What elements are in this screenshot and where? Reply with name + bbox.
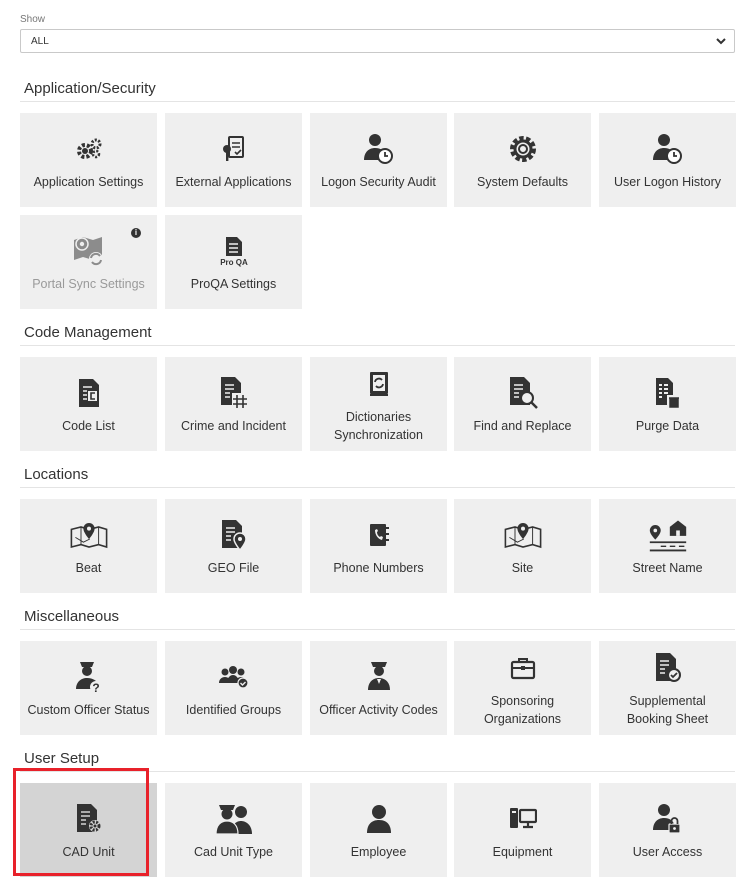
tile-supplemental-booking-sheet[interactable]: Supplemental Booking Sheet	[599, 641, 736, 735]
document-trash-icon	[648, 373, 688, 413]
tile-application-settings[interactable]: Application Settings	[20, 113, 157, 207]
tile-label: Street Name	[632, 561, 703, 575]
officer-icon	[359, 657, 399, 697]
tile-find-and-replace[interactable]: Find and Replace	[454, 357, 591, 451]
document-key-icon	[214, 129, 254, 169]
document-gear-icon	[69, 799, 109, 839]
section-divider	[20, 101, 735, 102]
user-clock-icon	[359, 129, 399, 169]
tile-identified-groups[interactable]: Identified Groups	[165, 641, 302, 735]
tile-user-logon-history[interactable]: User Logon History	[599, 113, 736, 207]
tile-label: User Logon History	[614, 175, 721, 189]
tile-label: Cad Unit Type	[194, 845, 273, 859]
section-title-user-setup: User Setup	[24, 750, 100, 767]
tile-equipment[interactable]: Equipment	[454, 783, 591, 877]
tile-label: Supplemental Booking Sheet	[626, 694, 709, 726]
chevron-down-icon	[716, 38, 726, 45]
tile-officer-activity-codes[interactable]: Officer Activity Codes	[310, 641, 447, 735]
info-icon[interactable]: i	[131, 228, 141, 238]
tile-site[interactable]: Site	[454, 499, 591, 593]
gears-icon	[69, 129, 109, 169]
tile-purge-data[interactable]: Purge Data	[599, 357, 736, 451]
tile-label: Identified Groups	[185, 703, 282, 717]
tile-label: Dictionaries Synchronization	[334, 410, 423, 442]
computer-icon	[503, 799, 543, 839]
users-check-icon	[214, 657, 254, 697]
show-filter-label: Show	[20, 14, 46, 25]
tile-custom-officer-status[interactable]: ? Custom Officer Status	[20, 641, 157, 735]
tile-label: Logon Security Audit	[321, 175, 436, 189]
tile-label: Officer Activity Codes	[319, 703, 438, 717]
briefcase-icon	[503, 648, 543, 688]
section-title-miscellaneous: Miscellaneous	[24, 608, 120, 625]
tile-label: Beat	[75, 561, 102, 575]
phone-book-icon	[359, 515, 399, 555]
tile-label: Crime and Incident	[181, 419, 286, 433]
section-title-locations: Locations	[24, 466, 89, 483]
tile-phone-numbers[interactable]: Phone Numbers	[310, 499, 447, 593]
tile-code-list[interactable]: Code List	[20, 357, 157, 451]
tile-label: Phone Numbers	[333, 561, 424, 575]
tile-label: Sponsoring Organizations	[483, 694, 562, 726]
tile-beat[interactable]: Beat	[20, 499, 157, 593]
map-sync-icon	[69, 231, 109, 271]
section-title-code-management: Code Management	[24, 324, 152, 341]
tile-cad-unit-type[interactable]: Cad Unit Type	[165, 783, 302, 877]
tile-label: ProQA Settings	[190, 277, 277, 291]
tile-label: CAD Unit	[62, 845, 115, 859]
tile-user-access[interactable]: User Access	[599, 783, 736, 877]
tile-label: Code List	[62, 419, 115, 433]
tile-label: Employee	[350, 845, 407, 859]
tile-label: Find and Replace	[473, 419, 572, 433]
document-search-icon	[503, 373, 543, 413]
user-clock-icon	[648, 129, 688, 169]
tile-sponsoring-organizations[interactable]: Sponsoring Organizations	[454, 641, 591, 735]
section-divider	[20, 487, 735, 488]
tile-external-applications[interactable]: External Applications	[165, 113, 302, 207]
tile-label: User Access	[632, 845, 703, 859]
section-divider	[20, 771, 735, 772]
tile-proqa-settings[interactable]: Pro QA ProQA Settings	[165, 215, 302, 309]
document-check-icon	[648, 648, 688, 688]
svg-text:?: ?	[92, 681, 99, 695]
document-code-icon	[69, 373, 109, 413]
tile-system-defaults[interactable]: System Defaults	[454, 113, 591, 207]
tile-logon-security-audit[interactable]: Logon Security Audit	[310, 113, 447, 207]
map-pin-icon	[503, 515, 543, 555]
tile-label: Site	[511, 561, 534, 575]
section-divider	[20, 629, 735, 630]
tile-label: Portal Sync Settings	[32, 277, 145, 291]
tile-label: System Defaults	[476, 175, 568, 189]
tile-label: Custom Officer Status	[27, 703, 150, 717]
proqa-document-icon: Pro QA	[214, 231, 254, 271]
tile-label: Equipment	[492, 845, 553, 859]
house-street-icon	[648, 515, 688, 555]
tile-label: Purge Data	[635, 419, 700, 433]
document-hash-icon	[214, 373, 254, 413]
tile-label: Application Settings	[33, 175, 144, 189]
tile-portal-sync-settings[interactable]: i Portal Sync Settings	[20, 215, 157, 309]
tile-employee[interactable]: Employee	[310, 783, 447, 877]
section-divider	[20, 345, 735, 346]
tile-label: External Applications	[175, 175, 292, 189]
tile-label: GEO File	[207, 561, 260, 575]
tile-geo-file[interactable]: GEO File	[165, 499, 302, 593]
show-filter-value: ALL	[31, 35, 49, 47]
proqa-icon-text: Pro QA	[220, 258, 248, 267]
tile-street-name[interactable]: Street Name	[599, 499, 736, 593]
document-location-icon	[214, 515, 254, 555]
gear-icon	[503, 129, 543, 169]
tile-dictionaries-synchronization[interactable]: Dictionaries Synchronization	[310, 357, 447, 451]
show-filter-select[interactable]: ALL	[20, 29, 735, 53]
tile-cad-unit[interactable]: CAD Unit	[20, 783, 157, 877]
user-icon	[359, 799, 399, 839]
tile-crime-and-incident[interactable]: Crime and Incident	[165, 357, 302, 451]
section-title-application-security: Application/Security	[24, 80, 156, 97]
user-lock-icon	[648, 799, 688, 839]
book-sync-icon	[359, 364, 399, 404]
officer-question-icon: ?	[69, 657, 109, 697]
officers-icon	[214, 799, 254, 839]
map-pin-icon	[69, 515, 109, 555]
